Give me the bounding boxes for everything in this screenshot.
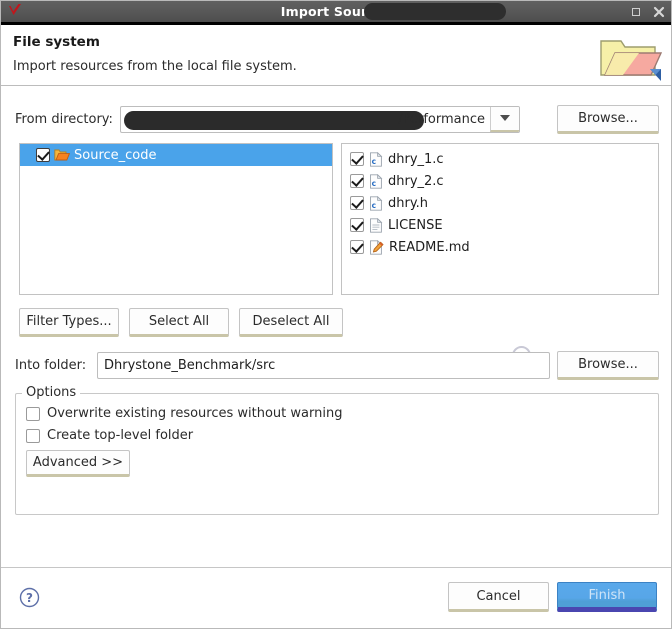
dialog-footer: ? Cancel Finish [1, 567, 671, 628]
close-button[interactable] [652, 5, 666, 19]
plain-file-icon [369, 217, 383, 233]
help-question-icon[interactable]: ? [19, 587, 40, 608]
import-sources-dialog: Import Sources File system Import resour… [0, 0, 672, 629]
file-name: LICENSE [388, 217, 443, 233]
open-folder-icon [54, 148, 70, 162]
c-file-icon: c [369, 151, 383, 167]
option-create-top-level-folder[interactable]: Create top-level folder [26, 428, 193, 443]
from-directory-dropdown-button[interactable] [490, 106, 519, 132]
open-folder-import-icon [595, 31, 663, 83]
file-name: dhry_2.c [388, 173, 444, 189]
deselect-all-button[interactable]: Deselect All [239, 308, 343, 337]
svg-text:?: ? [26, 591, 33, 605]
chevron-down-icon [500, 114, 510, 121]
file-name: dhry_1.c [388, 151, 444, 167]
into-folder-label: Into folder: [15, 358, 87, 373]
c-file-icon: c [369, 195, 383, 211]
title-bar[interactable]: Import Sources [1, 1, 671, 25]
close-icon [653, 6, 665, 17]
browse-from-directory-button[interactable]: Browse... [557, 105, 659, 134]
svg-text:c: c [372, 157, 376, 166]
dialog-body: From directory: /Performance Browse... S… [1, 86, 671, 567]
options-group-legend: Options [22, 385, 81, 400]
window-title: Import Sources [280, 4, 392, 19]
page-title: File system [13, 34, 100, 50]
list-item[interactable]: README.md [342, 236, 658, 258]
from-directory-label: From directory: [15, 111, 113, 127]
finish-button[interactable]: Finish [557, 582, 657, 612]
create-top-level-folder-checkbox[interactable] [26, 428, 40, 443]
source-folder-tree[interactable]: Source_code [19, 143, 333, 295]
restore-icon [632, 7, 640, 16]
from-directory-value[interactable]: /Performance [121, 107, 490, 132]
svg-text:c: c [372, 179, 376, 188]
option-label: Create top-level folder [47, 428, 194, 443]
options-group: Options Overwrite existing resources wit… [15, 385, 659, 515]
list-item[interactable]: c dhry_1.c [342, 148, 658, 170]
advanced-button[interactable]: Advanced >> [26, 450, 130, 477]
list-item[interactable]: LICENSE [342, 214, 658, 236]
into-folder-input[interactable]: Dhrystone_Benchmark/src [97, 352, 550, 379]
select-all-button[interactable]: Select All [129, 308, 229, 337]
from-directory-combo[interactable]: /Performance [120, 105, 520, 133]
file-checkbox[interactable] [350, 152, 364, 166]
c-file-icon: c [369, 173, 383, 189]
file-list-panel[interactable]: c dhry_1.c c dhry_2.c c dhry.h LICENSE R… [341, 143, 659, 295]
tree-item-source-code[interactable]: Source_code [20, 144, 332, 166]
page-description: Import resources from the local file sys… [13, 59, 297, 74]
list-item[interactable]: c dhry.h [342, 192, 658, 214]
file-checkbox[interactable] [350, 196, 364, 210]
file-checkbox[interactable] [350, 174, 364, 188]
option-label: Overwrite existing resources without war… [47, 406, 343, 421]
selection-button-row: Filter Types... Select All Deselect All [19, 308, 343, 337]
file-checkbox[interactable] [350, 218, 364, 232]
cancel-button[interactable]: Cancel [448, 582, 549, 612]
option-overwrite-existing[interactable]: Overwrite existing resources without war… [26, 406, 342, 421]
list-item[interactable]: c dhry_2.c [342, 170, 658, 192]
browse-into-folder-button[interactable]: Browse... [557, 351, 659, 380]
title-redaction-bar [364, 3, 506, 20]
svg-text:c: c [372, 201, 376, 210]
overwrite-checkbox[interactable] [26, 406, 40, 421]
markdown-file-icon [369, 239, 384, 255]
restore-button[interactable] [629, 5, 643, 19]
file-name: README.md [389, 239, 470, 255]
window-controls [629, 1, 666, 22]
app-icon [1, 1, 27, 22]
file-name: dhry.h [388, 195, 429, 211]
filter-types-button[interactable]: Filter Types... [19, 308, 119, 337]
tree-item-label: Source_code [74, 147, 157, 163]
tree-item-checkbox[interactable] [36, 148, 50, 162]
wizard-header: File system Import resources from the lo… [1, 25, 671, 86]
file-checkbox[interactable] [350, 240, 364, 254]
